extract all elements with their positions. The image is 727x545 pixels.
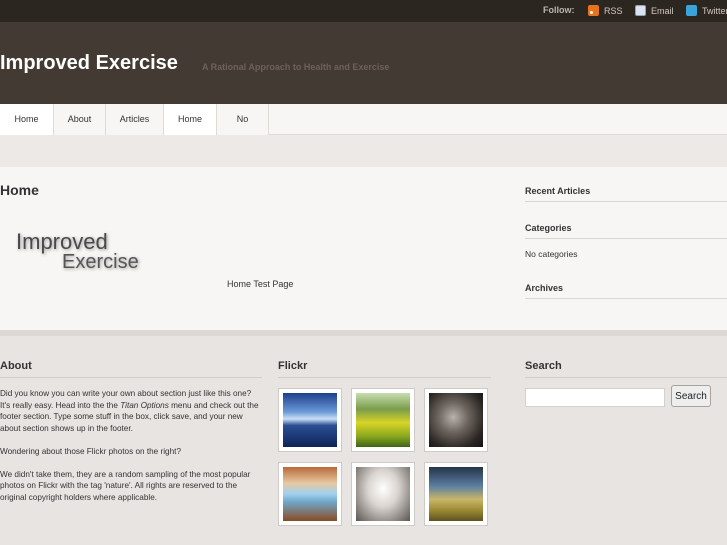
about-paragraph-1: Did you know you can write your own abou… <box>0 389 259 433</box>
flickr-photo-tree[interactable] <box>351 462 415 526</box>
categories-empty-text: No categories <box>525 249 578 259</box>
page-body-text: Home Test Page <box>227 279 294 289</box>
flickr-heading: Flickr <box>278 360 491 378</box>
about-paragraph-2: Wondering about those Flickr photos on t… <box>0 446 181 456</box>
flickr-photo-portrait[interactable] <box>424 388 488 452</box>
search-heading: Search <box>525 360 727 378</box>
footer: About Did you know you can write your ow… <box>0 336 727 545</box>
titan-options-text: Titan Options <box>120 400 169 410</box>
main-content: Home Improved Exercise Home Test Page Re… <box>0 167 727 330</box>
rss-label: RSS <box>604 5 623 16</box>
email-link[interactable]: Email <box>635 5 674 16</box>
top-bar: Follow: RSS Email Twitter <box>0 0 727 22</box>
improved-exercise-logo: Improved Exercise <box>16 229 151 279</box>
nav-item-home-secondary[interactable]: Home <box>164 104 217 135</box>
twitter-label: Twitter <box>702 5 727 16</box>
nav-item-no-categories[interactable]: No categories <box>217 104 269 155</box>
email-icon <box>635 5 646 16</box>
search-input[interactable] <box>525 388 665 407</box>
flickr-photo-field[interactable] <box>351 388 415 452</box>
logo-line-2: Exercise <box>62 251 139 273</box>
header-band <box>0 135 727 167</box>
rss-link[interactable]: RSS <box>588 5 623 16</box>
main-nav: Home About Articles Home No categories <box>0 104 727 155</box>
nav-item-home[interactable]: Home <box>0 104 54 135</box>
search-button[interactable]: Search <box>671 385 711 407</box>
site-tagline: A Rational Approach to Health and Exerci… <box>202 62 390 72</box>
twitter-link[interactable]: Twitter <box>686 5 727 16</box>
recent-articles-heading: Recent Articles <box>525 186 727 202</box>
archives-heading: Archives <box>525 283 727 299</box>
about-text: Did you know you can write your own abou… <box>0 388 260 515</box>
flickr-photo-arches[interactable] <box>278 462 342 526</box>
categories-heading: Categories <box>525 223 727 239</box>
nav-item-articles[interactable]: Articles <box>106 104 164 135</box>
follow-label: Follow: <box>543 5 575 15</box>
nav-item-about[interactable]: About <box>54 104 106 135</box>
about-paragraph-3: We didn't take them, they are a random s… <box>0 469 251 502</box>
flickr-photo-lake[interactable] <box>278 388 342 452</box>
email-label: Email <box>651 5 674 16</box>
site-header: Improved Exercise A Rational Approach to… <box>0 22 727 105</box>
about-heading: About <box>0 360 262 378</box>
twitter-icon <box>686 5 697 16</box>
page-title: Home <box>0 182 39 198</box>
flickr-photo-hills[interactable] <box>424 462 488 526</box>
site-title[interactable]: Improved Exercise <box>0 52 178 75</box>
rss-icon <box>588 5 599 16</box>
